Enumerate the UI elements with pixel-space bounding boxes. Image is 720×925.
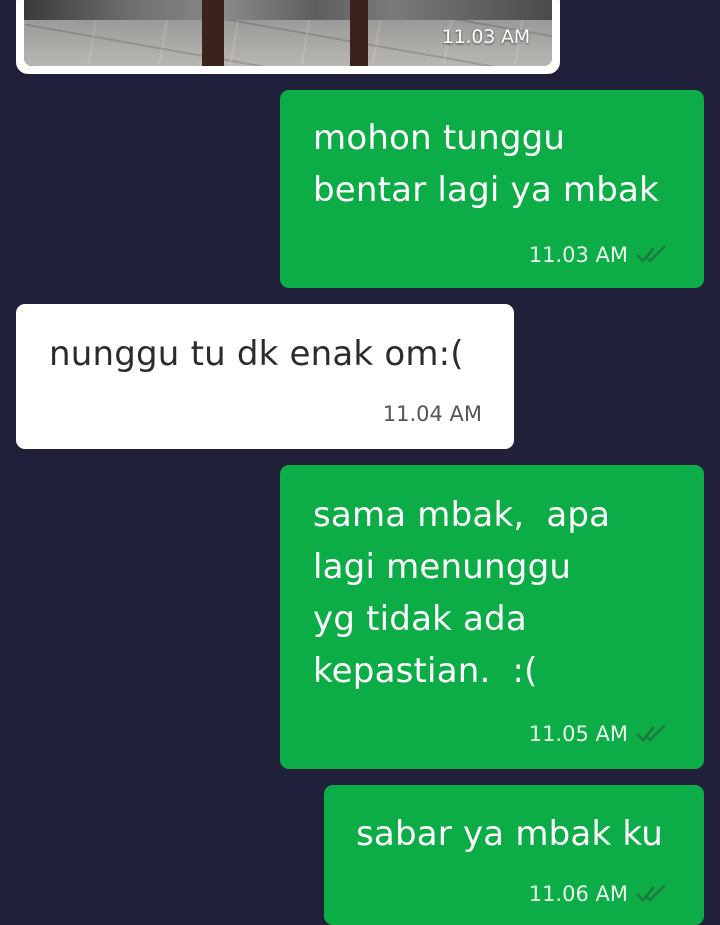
photo-table-leg: [202, 0, 224, 66]
photo-table-leg: [350, 0, 368, 66]
double-check-icon: [636, 724, 666, 742]
outgoing-message-bubble[interactable]: mohon tunggu bentar lagi ya mbak 11.03 A…: [280, 90, 704, 288]
message-meta: 11.04 AM: [383, 402, 482, 426]
message-line: kepastian. :(: [313, 651, 538, 691]
message-time: 11.03 AM: [528, 243, 628, 267]
message-meta: 11.03 AM: [529, 243, 670, 267]
message-line: nunggu tu dk enak om:(: [49, 334, 464, 374]
message-text: mohon tunggu bentar lagi ya mbak: [313, 112, 659, 216]
photo-message-bubble[interactable]: 11.03 AM: [16, 0, 560, 74]
message-meta: 11.06 AM: [529, 882, 670, 906]
message-time: 11.04 AM: [382, 402, 482, 426]
message-line: lagi menunggu: [313, 547, 572, 587]
message-line: sama mbak, apa: [313, 495, 611, 535]
message-time: 11.03 AM: [441, 26, 530, 48]
message-line: bentar lagi ya mbak: [313, 170, 659, 210]
photo-thumbnail[interactable]: 11.03 AM: [24, 0, 552, 66]
message-time: 11.05 AM: [528, 722, 628, 746]
message-time: 11.06 AM: [528, 882, 628, 906]
chat-thread: 11.03 AM mohon tunggu bentar lagi ya mba…: [0, 0, 720, 925]
double-check-icon: [636, 884, 666, 902]
message-meta: 11.05 AM: [529, 722, 670, 746]
message-line: mohon tunggu: [313, 118, 566, 158]
message-line: yg tidak ada: [313, 599, 527, 639]
message-line: sabar ya mbak ku: [356, 814, 663, 854]
double-check-icon: [636, 245, 666, 263]
outgoing-message-bubble[interactable]: sabar ya mbak ku 11.06 AM: [324, 785, 704, 925]
message-text: sabar ya mbak ku: [356, 808, 663, 860]
incoming-message-bubble[interactable]: nunggu tu dk enak om:( 11.04 AM: [16, 304, 514, 449]
message-text: sama mbak, apa lagi menunggu yg tidak ad…: [313, 489, 610, 697]
outgoing-message-bubble[interactable]: sama mbak, apa lagi menunggu yg tidak ad…: [280, 465, 704, 769]
message-text: nunggu tu dk enak om:(: [49, 328, 464, 380]
